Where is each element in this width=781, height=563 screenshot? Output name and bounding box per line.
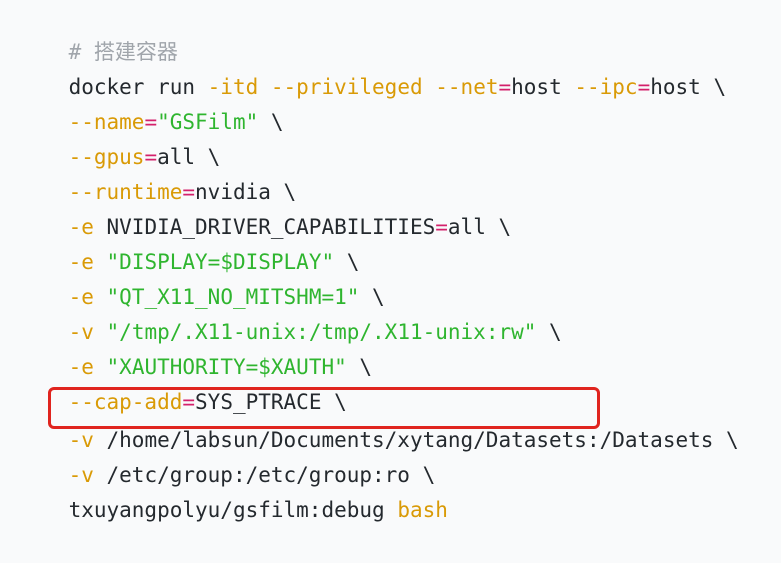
code-line-image: txuyangpolyu/gsfilm:debug bash [18, 458, 448, 522]
datasets-container-path: :/Datasets \ [586, 428, 739, 452]
code-block: # 搭建容器 docker run -itd --privileged --ne… [0, 0, 781, 522]
flag-ipc: --ipc [574, 75, 638, 99]
equals-operator: = [637, 75, 651, 99]
code-line-cap-add: --cap-add=SYS_PTRACE \ [18, 350, 347, 414]
flag-privileged: --privileged [270, 75, 423, 99]
code-line-runtime: --runtime=nvidia \ [18, 140, 297, 204]
ipc-value: host \ [650, 75, 727, 99]
line-continuation: \ [346, 355, 373, 379]
equals-operator: = [498, 75, 512, 99]
equals-operator: = [435, 215, 448, 239]
code-line-driver-capabilities: -e NVIDIA_DRIVER_CAPABILITIES=all \ [18, 175, 512, 239]
code-line-datasets-volume: -v /home/labsun/Documents/xytang/Dataset… [18, 388, 739, 452]
net-value: host [511, 75, 575, 99]
code-line-group-volume: -v /etc/group:/etc/group:ro \ [18, 423, 436, 487]
bash-command: bash [397, 498, 448, 522]
code-line-x11-volume: -v "/tmp/.X11-unix:/tmp/.X11-unix:rw" \ [18, 280, 562, 344]
code-line-docker-run: docker run -itd --privileged --net=host … [18, 35, 727, 99]
flag-net: --net [435, 75, 499, 99]
code-line-display: -e "DISPLAY=$DISPLAY" \ [18, 210, 360, 274]
code-line-comment: # 搭建容器 [18, 0, 178, 64]
code-line-name: --name="GSFilm" \ [18, 70, 284, 134]
code-line-qt-x11: -e "QT_X11_NO_MITSHM=1" \ [18, 245, 385, 309]
code-line-gpus: --gpus=all \ [18, 105, 221, 169]
line-continuation: \ [536, 320, 562, 344]
code-line-xauthority: -e "XAUTHORITY=$XAUTH" \ [18, 315, 372, 379]
image-name: txuyangpolyu/gsfilm:debug [68, 498, 398, 522]
line-continuation: \ [258, 110, 284, 134]
env-value: all \ [447, 215, 512, 239]
